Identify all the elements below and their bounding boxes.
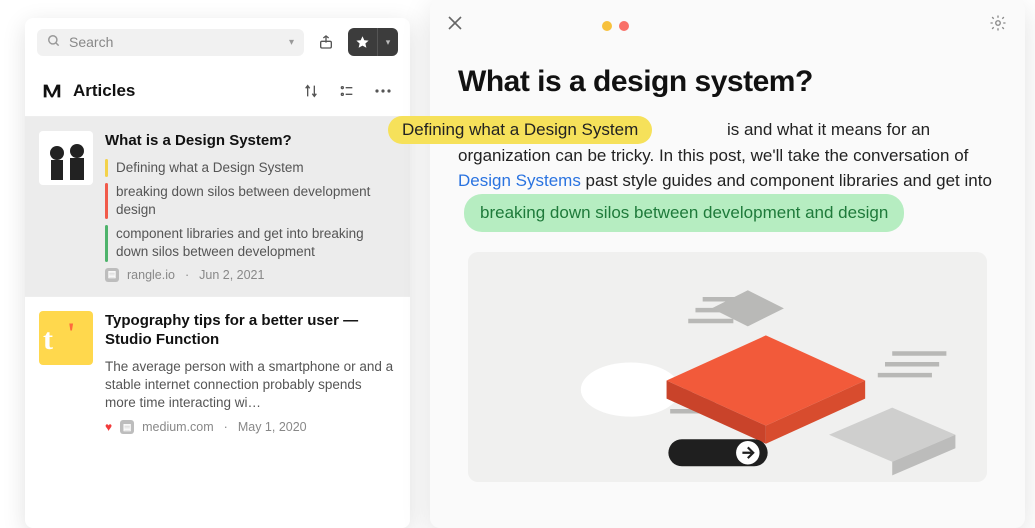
article-content: What is a design system? Defining what a… bbox=[430, 37, 1025, 482]
settings-button[interactable] bbox=[989, 14, 1007, 37]
article-date: May 1, 2020 bbox=[238, 420, 307, 434]
close-button[interactable] bbox=[448, 16, 462, 35]
highlight-row: breaking down silos between development … bbox=[105, 183, 394, 219]
highlight-green[interactable]: breaking down silos between development … bbox=[464, 194, 904, 233]
list-item[interactable]: What is a Design System? Defining what a… bbox=[25, 116, 410, 296]
search-icon bbox=[47, 34, 61, 51]
list-item[interactable]: t' Typography tips for a better user — S… bbox=[25, 296, 410, 449]
highlight-yellow[interactable]: Defining what a Design System bbox=[388, 116, 652, 144]
favorite-button-group: ▾ bbox=[348, 28, 398, 56]
highlight-text: Defining what a Design System bbox=[116, 159, 304, 177]
article-thumbnail: t' bbox=[39, 311, 93, 365]
article-thumbnail bbox=[39, 131, 93, 185]
text-segment: past style guides and component librarie… bbox=[581, 171, 992, 190]
traffic-lights bbox=[602, 21, 629, 31]
highlight-text: breaking down silos between development … bbox=[116, 183, 394, 219]
close-dot[interactable] bbox=[619, 21, 629, 31]
search-input[interactable]: Search ▾ bbox=[37, 29, 304, 56]
favorite-dropdown[interactable]: ▾ bbox=[378, 28, 398, 56]
highlight-text: component libraries and get into breakin… bbox=[116, 225, 394, 261]
articles-panel: Search ▾ ▾ Articles bbox=[25, 18, 410, 528]
article-source: medium.com bbox=[142, 420, 214, 434]
medium-icon bbox=[41, 80, 63, 102]
article-title: What is a Design System? bbox=[105, 131, 394, 151]
article-meta: ♥ ▤ medium.com May 1, 2020 bbox=[105, 420, 394, 434]
article-source: rangle.io bbox=[127, 268, 175, 282]
list-item-body: Typography tips for a better user — Stud… bbox=[105, 311, 394, 435]
search-placeholder: Search bbox=[69, 34, 113, 50]
article-excerpt: The average person with a smartphone or … bbox=[105, 358, 394, 413]
favorite-button[interactable] bbox=[348, 28, 378, 56]
article-meta: ▤ rangle.io Jun 2, 2021 bbox=[105, 268, 394, 282]
highlight-row: component libraries and get into breakin… bbox=[105, 225, 394, 261]
layout-button[interactable] bbox=[334, 78, 360, 104]
list-item-body: What is a Design System? Defining what a… bbox=[105, 131, 394, 282]
highlight-row: Defining what a Design System bbox=[105, 159, 394, 177]
article-title: Typography tips for a better user — Stud… bbox=[105, 311, 394, 350]
inline-link[interactable]: Design Systems bbox=[458, 171, 581, 190]
more-button[interactable] bbox=[370, 78, 396, 104]
heart-icon: ♥ bbox=[105, 420, 112, 434]
sort-button[interactable] bbox=[298, 78, 324, 104]
minimize-dot[interactable] bbox=[602, 21, 612, 31]
source-icon: ▤ bbox=[105, 268, 119, 282]
chevron-down-icon[interactable]: ▾ bbox=[289, 37, 294, 48]
article-list: What is a Design System? Defining what a… bbox=[25, 116, 410, 448]
share-button[interactable] bbox=[312, 28, 340, 56]
article-heading: What is a design system? bbox=[458, 65, 997, 99]
section-header: Articles bbox=[25, 64, 410, 116]
toolbar: Search ▾ ▾ bbox=[25, 18, 410, 64]
reader-titlebar bbox=[430, 0, 1025, 37]
article-date: Jun 2, 2021 bbox=[199, 268, 264, 282]
section-title: Articles bbox=[73, 81, 288, 101]
source-icon: ▤ bbox=[120, 420, 134, 434]
article-illustration bbox=[468, 252, 987, 482]
reader-panel: What is a design system? Defining what a… bbox=[430, 0, 1025, 528]
article-paragraph: Defining what a Design System is and wha… bbox=[458, 117, 997, 232]
